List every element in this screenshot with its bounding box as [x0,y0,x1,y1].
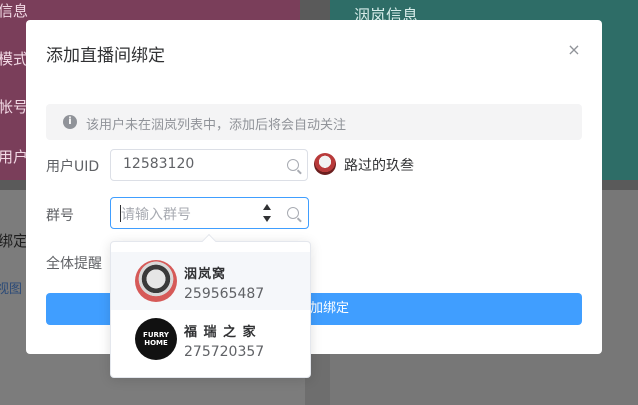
close-icon[interactable]: × [566,42,582,58]
group-number-input[interactable]: 请输入群号 [110,197,309,229]
group-id: 259565487 [184,286,265,302]
bg-lower-tab: 视图 [0,282,23,297]
notice-text: 该用户未在洇岚列表中，添加后将会自动关注 [86,118,347,133]
group-label: 群号 [46,208,74,224]
group-avatar [135,260,177,302]
group-id: 275720357 [184,344,265,360]
info-icon: i [63,115,77,129]
info-notice: i 该用户未在洇岚列表中，添加后将会自动关注 [46,104,582,140]
spinner-up-icon[interactable] [263,204,271,210]
bg-label: 信息 [0,2,29,20]
group-suggestion-dropdown: 洇岚窝 259565487 FURRY HOME 福 瑞 之 家 27572035… [110,233,311,378]
user-avatar [314,153,336,175]
search-icon[interactable] [287,159,299,171]
bg-label: 模式 [0,50,29,68]
uid-label: 用户UID [46,159,100,175]
uid-input[interactable]: 12583120 [110,149,308,181]
dialog-title: 添加直播间绑定 [46,46,165,66]
add-binding-button-label: 加绑定 [310,301,350,316]
number-spinner[interactable] [261,198,277,228]
spinner-down-icon[interactable] [263,216,271,222]
bg-lower-title: 绑定 [0,232,29,250]
bg-label: 用户 [0,148,29,166]
uid-value: 12583120 [123,156,195,172]
group-name: 福 瑞 之 家 [184,325,257,340]
group-name: 洇岚窝 [184,267,227,282]
list-item[interactable]: FURRY HOME 福 瑞 之 家 275720357 [111,310,310,368]
bg-label: 帐号 [0,98,29,116]
search-icon[interactable] [287,207,299,219]
list-item[interactable]: 洇岚窝 259565487 [111,252,310,310]
resolved-user-name: 路过的玖叁 [344,158,414,174]
mention-all-label: 全体提醒 [46,256,102,272]
furry-home-logo-avatar: FURRY HOME [135,318,177,360]
group-placeholder: 请输入群号 [121,207,191,223]
